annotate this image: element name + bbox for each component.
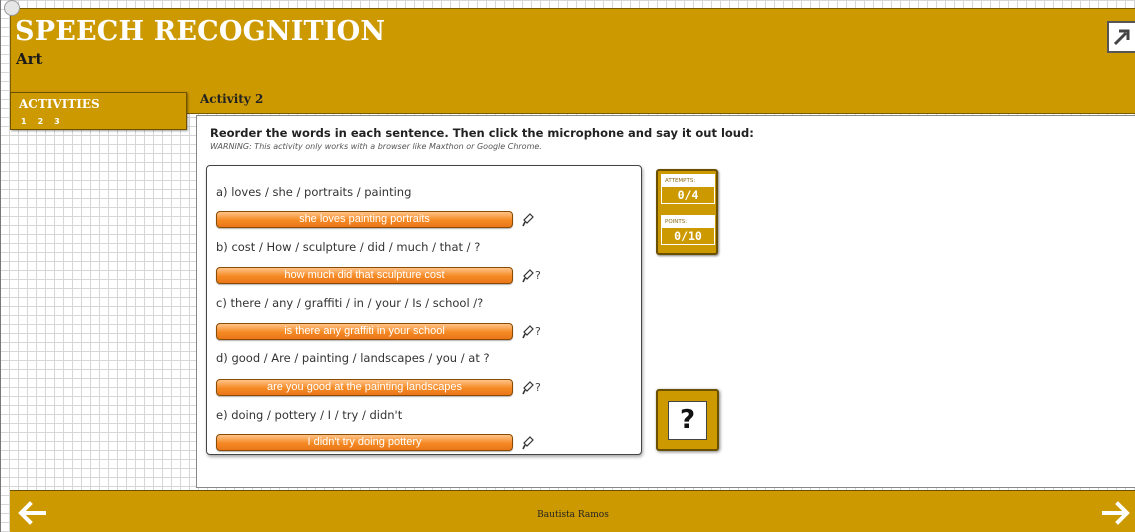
points-value: 0/10	[674, 229, 702, 243]
instructions-text: Reorder the words in each sentence. Then…	[210, 126, 754, 140]
warning-text: WARNING: This activity only works with a…	[210, 142, 542, 151]
answer-field[interactable]: are you good at the painting landscapes	[216, 379, 513, 396]
question-item: e) doing / pottery / I / try / didn't	[216, 408, 636, 424]
question-item: a) loves / she / portraits / painting	[216, 185, 636, 201]
question-item: d) good / Are / painting / landscapes / …	[216, 351, 636, 367]
help-icon: ?	[668, 400, 707, 440]
exercise-box: a) loves / she / portraits / painting sh…	[206, 165, 642, 455]
next-button[interactable]	[1100, 499, 1132, 527]
answer-row: is there any graffiti in your school ?	[216, 323, 543, 340]
points-label: POINTS:	[662, 216, 714, 228]
help-button[interactable]: ?	[656, 389, 719, 451]
corner-badge-icon	[4, 0, 20, 16]
microphone-button[interactable]	[522, 212, 534, 227]
microphone-button[interactable]	[522, 435, 534, 450]
microphone-icon	[522, 212, 534, 226]
recognition-status: ?	[535, 269, 541, 282]
question-prompt: b) cost / How / sculpture / did / much /…	[216, 240, 481, 254]
expand-button[interactable]	[1107, 21, 1135, 53]
microphone-button[interactable]	[522, 380, 534, 395]
activities-title: ACTIVITIES	[19, 97, 100, 111]
question-prompt: e) doing / pottery / I / try / didn't	[216, 408, 403, 422]
footer-bar: Bautista Ramos	[10, 490, 1135, 532]
microphone-icon	[522, 435, 534, 449]
activity-page-2[interactable]: 2	[38, 117, 44, 126]
answer-field[interactable]: she loves painting portraits	[216, 211, 513, 228]
question-prompt: c) there / any / graffiti / in / your / …	[216, 296, 484, 310]
answer-field[interactable]: how much did that sculpture cost	[216, 267, 513, 284]
author-name: Bautista Ramos	[537, 510, 609, 520]
main-panel: Reorder the words in each sentence. Then…	[196, 115, 1135, 488]
microphone-icon	[522, 324, 534, 338]
answer-row: are you good at the painting landscapes …	[216, 379, 543, 396]
attempts-block: ATTEMPTS: 0/4	[661, 174, 715, 204]
answer-row: she loves painting portraits	[216, 211, 543, 228]
recognition-status: ?	[535, 325, 541, 338]
recognition-status: ?	[535, 381, 541, 394]
microphone-button[interactable]	[522, 268, 534, 283]
answer-field[interactable]: I didn't try doing pottery	[216, 434, 513, 451]
microphone-icon	[522, 380, 534, 394]
activity-label: Activity 2	[200, 92, 264, 106]
app-title: SPEECH RECOGNITION	[15, 16, 386, 47]
activity-page-1[interactable]: 1	[21, 117, 27, 126]
answer-field[interactable]: is there any graffiti in your school	[216, 323, 513, 340]
attempts-label: ATTEMPTS:	[662, 175, 714, 187]
attempts-value: 0/4	[677, 188, 699, 202]
activities-panel: ACTIVITIES 1 2 3	[10, 92, 187, 130]
question-prompt: a) loves / she / portraits / painting	[216, 185, 412, 199]
expand-arrow-icon	[1113, 29, 1130, 46]
answer-row: I didn't try doing pottery	[216, 434, 543, 451]
arrow-right-icon	[1102, 501, 1130, 525]
answer-row: how much did that sculpture cost ?	[216, 267, 543, 284]
activity-page-3[interactable]: 3	[54, 117, 60, 126]
question-item: c) there / any / graffiti / in / your / …	[216, 296, 636, 312]
microphone-button[interactable]	[522, 324, 534, 339]
score-card: ATTEMPTS: 0/4 POINTS: 0/10	[656, 169, 718, 255]
activity-pages: 1 2 3	[21, 117, 60, 126]
app-subtitle: Art	[16, 50, 43, 68]
question-prompt: d) good / Are / painting / landscapes / …	[216, 351, 490, 365]
question-item: b) cost / How / sculpture / did / much /…	[216, 240, 636, 256]
microphone-icon	[522, 268, 534, 282]
points-block: POINTS: 0/10	[661, 215, 715, 245]
